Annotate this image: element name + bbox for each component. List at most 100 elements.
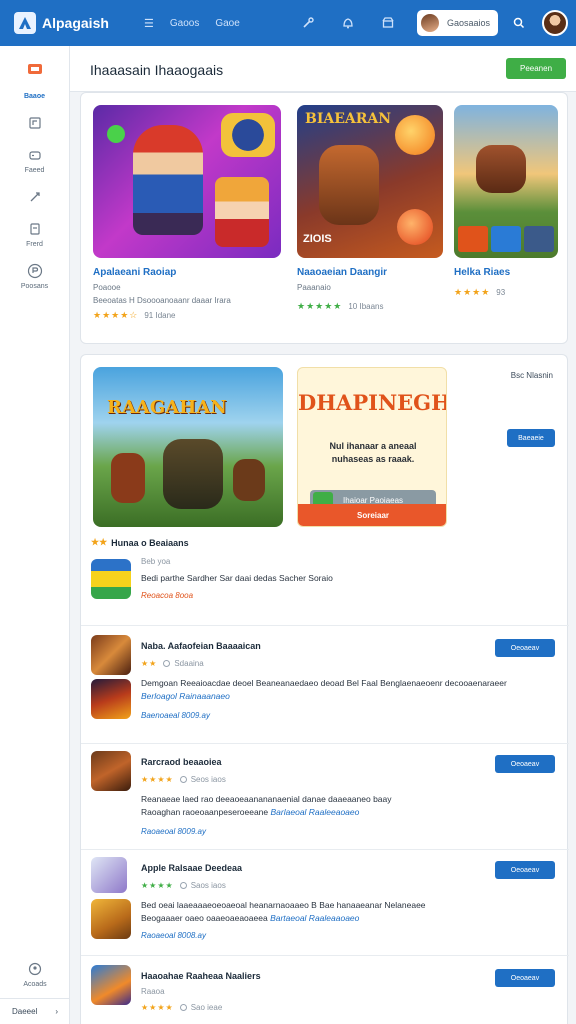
game-rating: ★★★★ 93 (454, 287, 558, 298)
app-icon (91, 559, 131, 599)
item-title: Rarcraod beaaoiea (141, 757, 222, 767)
page-header: Ihaaasain Ihaaogaais Peeanen (70, 46, 576, 92)
item-meta-text: Sao ieae (190, 1003, 223, 1012)
promo-art[interactable]: RAAGAHAN (93, 367, 283, 527)
sidebar-item-home[interactable] (0, 60, 69, 78)
item-description-text: Reanaeae laed rao deeaoeaanananaenial da… (141, 794, 392, 804)
hero-figure (163, 439, 223, 509)
clock-icon (179, 882, 187, 889)
sidebar-item-store[interactable] (0, 114, 69, 132)
item-meta: ★★ Sdaaina (141, 659, 204, 668)
sidebar-item-accounts[interactable]: Acoads (0, 960, 70, 988)
user-name: Gaosaaios (446, 18, 490, 28)
item-link[interactable]: Barlaeoal Raaleeaoaeo (271, 807, 360, 817)
primary-action-button[interactable]: Peeanen (506, 58, 566, 79)
warrior-figure (319, 145, 379, 225)
game-rating: ★★★★★ 10 Ibaans (297, 301, 443, 312)
featured-carousel: Apalaeani Raoiap Poaooe Beeoatas H Dsooo… (80, 92, 568, 344)
star-icon: ★★ (91, 537, 108, 547)
sidebar: Baaoe Faeed Frerd Poosans Acoads Daeeel … (0, 46, 70, 1024)
featured-game-3[interactable]: Helka Riaes ★★★★ 93 (454, 105, 558, 298)
sidebar-footer[interactable]: Daeeel › (0, 998, 70, 1024)
sidebar-bottom: Acoads Daeeel › (0, 946, 70, 1024)
app-icon-secondary (91, 899, 131, 939)
clock-icon (179, 1004, 187, 1011)
angry-emoji (395, 115, 435, 155)
rocket-icon (26, 188, 44, 206)
promo-cta-button[interactable]: Soreiaar (298, 504, 446, 526)
sidebar-item-label: Frerd (26, 241, 43, 248)
see-all-link[interactable]: Bsc Nlasnin (511, 371, 553, 380)
sidebar-item-library[interactable]: Frerd (0, 220, 69, 248)
ally-figure-2 (233, 459, 265, 501)
nav-link-other[interactable]: Gaoe (215, 18, 239, 29)
monster-figure (476, 145, 526, 193)
sidekick-figure (215, 177, 269, 247)
item-price: Baenoaeal 8009.ay (141, 711, 210, 720)
get-button[interactable]: Oeoaeav (495, 861, 555, 879)
user-chip[interactable]: Gaosaaios (416, 10, 498, 36)
rating-stars: ★★ (141, 659, 158, 668)
game-title: Apalaeani Raoiap (93, 267, 177, 278)
mini-thumbnails (458, 226, 554, 252)
game-art: BIAEARAN ZIOIS (297, 105, 443, 258)
item-link[interactable]: Berloagol Rainaaanaeo (141, 691, 230, 701)
item-description: Bed oeai laaeaaaeoeoaeoal heanarnaoaaeo … (141, 899, 521, 925)
list-item[interactable]: Naba. Aafaofeian Baaaaican ★★ Sdaaina De… (91, 635, 557, 731)
nav-link-games[interactable]: Gaoos (170, 18, 199, 29)
game-art-title: BIAEARAN (305, 111, 392, 127)
list-item[interactable]: Rarcraod beaaoiea ★★★★ Seos iaos Reanaea… (91, 751, 557, 847)
wrench-icon[interactable] (297, 12, 319, 34)
sidebar-item-rocket[interactable] (0, 188, 69, 206)
section-heading-text: Hunaa o Beaiaans (111, 537, 189, 548)
item-meta: ★★★★ Sao ieae (141, 1003, 222, 1012)
featured-game-2[interactable]: BIAEARAN ZIOIS Naaoaeian Daangir Paaanai… (297, 105, 443, 312)
item-meta-text: Saos iaos (190, 881, 226, 890)
sidebar-item-label-home[interactable]: Baaoe (0, 90, 69, 100)
promo-side-button[interactable]: Baeaeie (507, 429, 555, 447)
item-description: Bedi parthe Sardher Sar daai dedas Sache… (141, 573, 333, 583)
rating-stars: ★★★★ (141, 775, 174, 784)
item-meta-text: Sdaaina (174, 659, 204, 668)
sidebar-item-label: Acoads (23, 981, 47, 988)
account-icon (26, 960, 44, 978)
top-bar: Alpagaish ☰ Gaoos Gaoe Gaosaaios (0, 0, 576, 46)
avatar (420, 14, 439, 32)
chevron-right-icon: › (55, 1007, 58, 1016)
list-item[interactable]: Apple Ralsaae Deedeaa ★★★★ Saos iaos Bed… (91, 857, 557, 947)
app-icon (91, 857, 127, 893)
profile-avatar[interactable] (542, 10, 568, 36)
get-button[interactable]: Oeoaeav (495, 969, 555, 987)
sidebar-item-profile[interactable]: Poosans (0, 262, 69, 290)
menu-icon[interactable]: ☰ (144, 17, 154, 30)
rating-count: 91 Idane (144, 311, 176, 320)
item-description-text-2: Beogaaaer oaeo oaaeoaeaoaeea (141, 913, 268, 923)
game-art (454, 105, 558, 258)
game-title: Helka Riaes (454, 267, 511, 278)
list-item[interactable]: Beb yoa Bedi parthe Sardher Sar daai ded… (91, 557, 557, 617)
get-button[interactable]: Oeoaeav (495, 755, 555, 773)
search-icon[interactable] (508, 12, 530, 34)
bell-icon[interactable] (337, 12, 359, 34)
sidebar-item-games[interactable]: Faeed (0, 146, 69, 174)
brand-logo[interactable]: Alpagaish (14, 12, 130, 34)
item-description-text: Bed oeai laaeaaaeoeoaeoal heanarnaoaaeo … (141, 900, 426, 910)
featured-game-1[interactable]: Apalaeani Raoiap Poaooe Beeoatas H Dsooo… (93, 105, 281, 321)
sidebar-item-label: Baaoe (23, 93, 45, 100)
item-link[interactable]: Bartaeoal Raaleaaoaeo (270, 913, 359, 923)
store-icon[interactable] (377, 12, 399, 34)
hero-figure (133, 125, 203, 235)
game-art-subtitle: ZIOIS (303, 233, 332, 245)
item-meta: ★★★★ Saos iaos (141, 881, 226, 890)
rating-stars: ★★★★★ (297, 301, 343, 311)
app-icon (91, 965, 131, 1005)
orb (107, 125, 125, 143)
get-button[interactable]: Oeoaeav (495, 639, 555, 657)
promo-art-title: RAAGAHAN (107, 397, 227, 418)
item-meta-text: Seos iaos (190, 775, 226, 784)
divider (81, 955, 569, 956)
gamepad-icon (26, 146, 44, 164)
rating-stars: ★★★★☆ (93, 310, 139, 320)
list-item[interactable]: Haaoahae Raaheaa Naaliers Raaoa ★★★★ Sao… (91, 965, 557, 1021)
brand-name: Alpagaish (42, 15, 109, 31)
